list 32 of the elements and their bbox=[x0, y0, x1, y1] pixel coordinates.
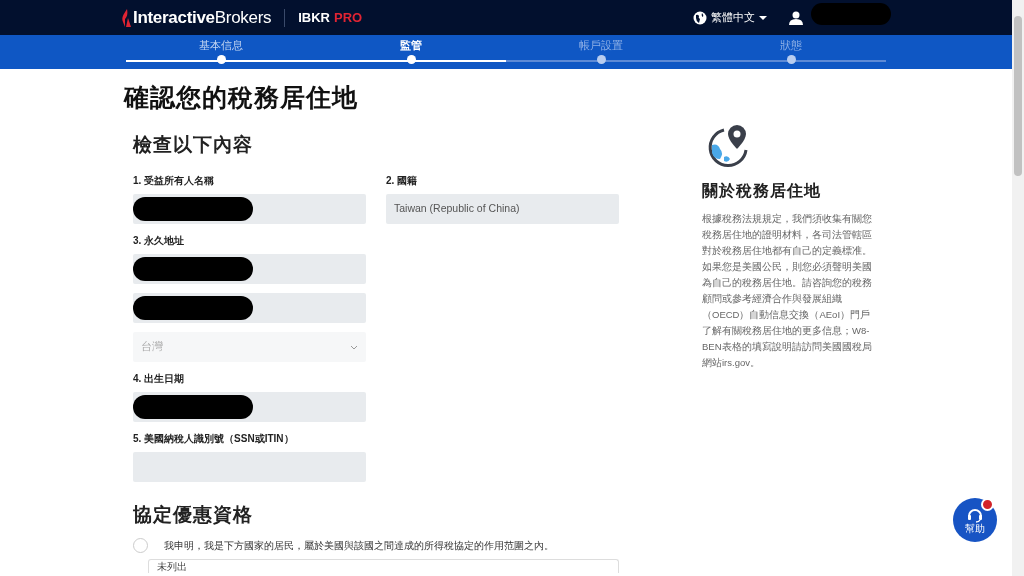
country-select[interactable]: 未列出 bbox=[148, 558, 619, 573]
help-button[interactable]: 幫助 bbox=[953, 498, 997, 542]
product-edition: PRO bbox=[334, 8, 363, 27]
field-label: 2. 國籍 bbox=[386, 174, 419, 185]
field-label: 5. 美國納稅人識別號（SSN或ITIN） bbox=[133, 432, 295, 443]
input-field[interactable] bbox=[133, 194, 366, 224]
step-label[interactable]: 基本信息 bbox=[199, 38, 243, 52]
sidebar-text: 根據稅務法規規定，我們須收集有關您稅務居住地的證明材料，各司法管轄區對於稅務居住地都有自己的定義標准。如果您是美國公民，則您必須聲明美國為自己的稅務居住地。請咨詢您的稅務顧問或參考經濟合作與發展組織（OECD）自動信息交換（AEoI）門戶了解有關稅務居住地的更多信息；W8-BEN表格的填寫說明請訪問美國國稅局網站irs.gov。 bbox=[702, 211, 873, 370]
field-label: 1. 受益所有人名稱 bbox=[133, 174, 216, 185]
product-name: IBKR bbox=[298, 8, 330, 27]
select-value: 台灣 bbox=[141, 339, 163, 355]
globe-icon[interactable] bbox=[693, 10, 707, 25]
chevron-down-icon bbox=[350, 344, 358, 350]
language-selector[interactable]: 繁體中文 bbox=[711, 9, 755, 26]
user-icon[interactable] bbox=[789, 10, 803, 25]
page-title: 確認您的稅務居住地 bbox=[124, 82, 359, 113]
sidebar-title: 關於稅務居住地 bbox=[702, 180, 822, 201]
flame-logo-icon bbox=[121, 8, 133, 27]
section-heading: 檢查以下內容 bbox=[133, 132, 254, 157]
caret-icon[interactable] bbox=[759, 14, 767, 21]
input-field[interactable]: Taiwan (Republic of China) bbox=[386, 194, 619, 224]
field-label: 4. 出生日期 bbox=[133, 372, 186, 383]
input-field[interactable] bbox=[133, 254, 366, 284]
scrollbar[interactable] bbox=[1012, 0, 1024, 576]
headset-icon bbox=[966, 506, 984, 523]
claim-text: 我申明，我是下方國家的居民，屬於美國與該國之間達成的所得稅協定的作用范圍之內。 bbox=[164, 538, 554, 553]
input-field[interactable] bbox=[133, 392, 366, 422]
input-field[interactable] bbox=[133, 293, 366, 323]
field-label: 3. 永久地址 bbox=[133, 234, 186, 245]
section-heading: 協定優惠資格 bbox=[133, 503, 254, 527]
step-label[interactable]: 監管 bbox=[400, 38, 422, 52]
logo-text[interactable]: InteractiveBrokers bbox=[133, 4, 272, 31]
